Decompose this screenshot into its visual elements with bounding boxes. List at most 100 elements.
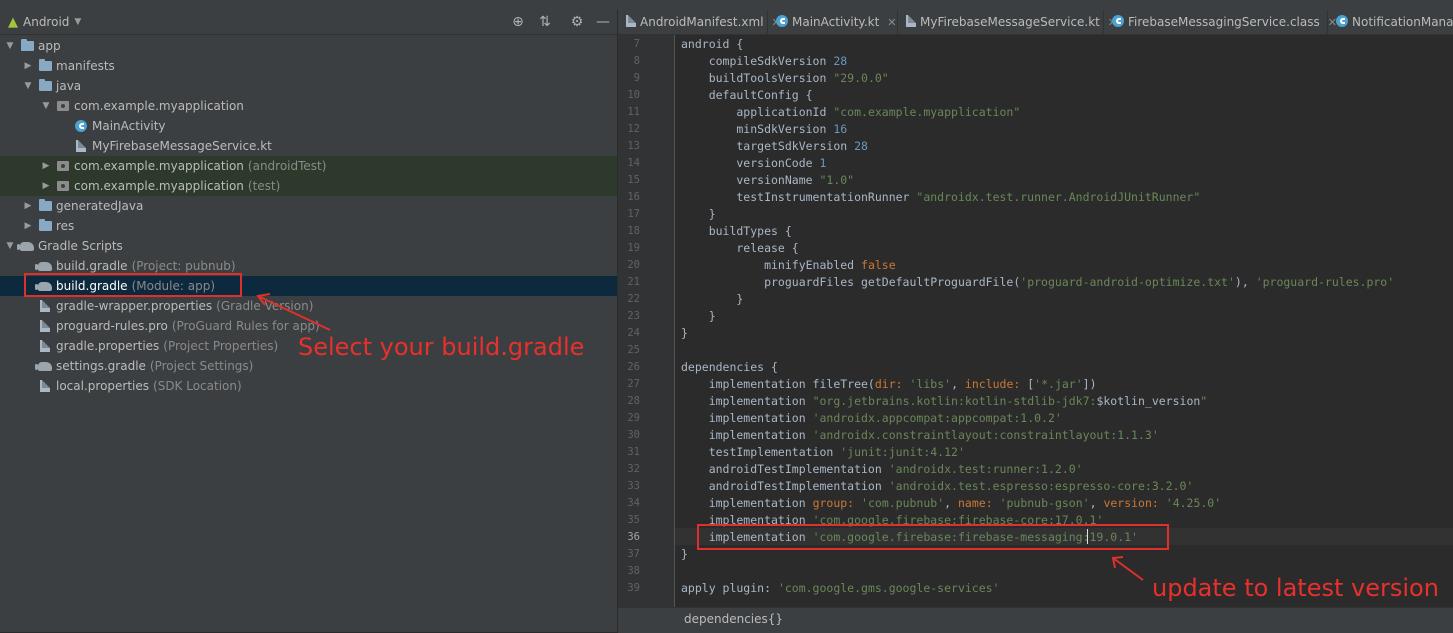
class-file-icon <box>1112 14 1124 30</box>
code-line[interactable]: } <box>681 308 716 325</box>
collapse-all-icon[interactable]: ⇅ <box>536 13 554 31</box>
line-number: 7 <box>633 38 640 50</box>
collapsed-arrow-icon[interactable]: ▶ <box>40 161 52 171</box>
expanded-arrow-icon[interactable]: ▼ <box>4 41 16 51</box>
editor-tabs: AndroidManifest.xml✕MainActivity.kt✕MyFi… <box>618 10 1453 35</box>
kotlin-file-icon <box>906 14 916 30</box>
line-number: 29 <box>627 412 640 424</box>
line-number: 22 <box>627 293 640 305</box>
properties-icon <box>38 339 52 353</box>
code-line[interactable]: proguardFiles getDefaultProguardFile('pr… <box>681 274 1394 291</box>
tree-item[interactable]: ▼ java <box>0 76 617 96</box>
code-line[interactable]: testImplementation 'junit:junit:4.12' <box>681 444 965 461</box>
code-line[interactable]: buildToolsVersion "29.0.0" <box>681 70 889 87</box>
code-line[interactable]: androidTestImplementation 'androidx.test… <box>681 461 1083 478</box>
app-folder-icon <box>20 39 34 53</box>
editor-tab[interactable]: FirebaseMessagingService.class ✕ <box>1104 10 1337 34</box>
code-line[interactable]: androidTestImplementation 'androidx.test… <box>681 478 1194 495</box>
code-line[interactable]: } <box>681 291 743 308</box>
code-line[interactable]: dependencies { <box>681 359 778 376</box>
code-line[interactable]: } <box>681 325 688 342</box>
expanded-arrow-icon[interactable]: ▼ <box>40 101 52 111</box>
code-line[interactable]: implementation "org.jetbrains.kotlin:kot… <box>681 393 1208 410</box>
code-line[interactable]: defaultConfig { <box>681 87 813 104</box>
editor-tab[interactable]: MyFirebaseMessageService.kt✕ <box>898 10 1117 34</box>
minimize-icon[interactable]: — <box>594 13 612 31</box>
tree-item[interactable]: local.properties (SDK Location) <box>0 376 617 396</box>
annotation-update-latest: update to latest version <box>1152 574 1439 602</box>
editor-tab[interactable]: AndroidManifest.xml✕ <box>618 10 781 34</box>
tree-item-hint: (test) <box>247 179 281 193</box>
collapsed-arrow-icon[interactable]: ▶ <box>22 201 34 211</box>
tree-item[interactable]: MyFirebaseMessageService.kt <box>0 136 617 156</box>
line-number: 8 <box>633 55 640 67</box>
code-line[interactable]: apply plugin: 'com.google.gms.google-ser… <box>681 580 1000 597</box>
folder-icon <box>38 199 52 213</box>
tree-item[interactable]: ▶ manifests <box>0 56 617 76</box>
view-selector-label: Android <box>23 15 70 29</box>
editor-tab[interactable]: NotificationManage <box>1328 10 1453 34</box>
line-number: 25 <box>627 344 640 356</box>
tree-item[interactable]: ▶ com.example.myapplication (androidTest) <box>0 156 617 176</box>
code-line[interactable]: versionCode 1 <box>681 155 826 172</box>
code-line[interactable]: applicationId "com.example.myapplication… <box>681 104 1020 121</box>
line-number: 33 <box>627 480 640 492</box>
gear-icon[interactable]: ⚙ <box>568 13 586 31</box>
code-line[interactable]: } <box>681 546 688 563</box>
tree-item[interactable]: MainActivity <box>0 116 617 136</box>
tree-item[interactable]: ▼ app <box>0 36 617 56</box>
code-line[interactable]: android { <box>681 36 743 53</box>
tree-item-label: java <box>56 79 82 93</box>
view-selector[interactable]: ▲ Android ▼ <box>8 13 81 31</box>
file-icon <box>38 319 52 333</box>
code-line[interactable]: compileSdkVersion 28 <box>681 53 848 70</box>
collapsed-arrow-icon[interactable]: ▶ <box>22 221 34 231</box>
tab-label: MyFirebaseMessageService.kt <box>920 15 1100 29</box>
code-line[interactable]: minifyEnabled false <box>681 257 896 274</box>
expanded-arrow-icon[interactable]: ▼ <box>22 81 34 91</box>
package-icon <box>56 99 70 113</box>
code-line[interactable]: testInstrumentationRunner "androidx.test… <box>681 189 1200 206</box>
expanded-arrow-icon[interactable]: ▼ <box>4 241 16 251</box>
class-file-icon <box>1336 14 1348 30</box>
line-number: 21 <box>627 276 640 288</box>
collapsed-arrow-icon[interactable]: ▶ <box>22 61 34 71</box>
line-number: 9 <box>633 72 640 84</box>
code-line[interactable]: } <box>681 206 716 223</box>
line-number: 35 <box>627 514 640 526</box>
code-line[interactable]: minSdkVersion 16 <box>681 121 847 138</box>
tree-item-label: local.properties <box>56 379 150 393</box>
firebase-messaging-highlight <box>697 524 1169 550</box>
code-line[interactable]: implementation group: 'com.pubnub', name… <box>681 495 1221 512</box>
tree-item-label: Gradle Scripts <box>38 239 123 253</box>
line-number: 14 <box>627 157 640 169</box>
code-line[interactable]: implementation 'androidx.constraintlayou… <box>681 427 1159 444</box>
tree-item[interactable]: ▼ Gradle Scripts <box>0 236 617 256</box>
code-line[interactable]: implementation fileTree(dir: 'libs', inc… <box>681 376 1097 393</box>
package-icon <box>56 179 70 193</box>
tree-item-label: generatedJava <box>56 199 144 213</box>
tab-label: FirebaseMessagingService.class <box>1128 15 1320 29</box>
line-number: 23 <box>627 310 640 322</box>
tree-item[interactable]: ▼ com.example.myapplication <box>0 96 617 116</box>
collapsed-arrow-icon[interactable]: ▶ <box>40 181 52 191</box>
kotlin-file-icon <box>776 14 788 30</box>
breadcrumb[interactable]: dependencies{} <box>684 612 783 626</box>
tree-item[interactable]: ▶ res <box>0 216 617 236</box>
tree-item[interactable]: ▶ generatedJava <box>0 196 617 216</box>
locate-icon[interactable]: ⊕ <box>509 13 527 31</box>
code-line[interactable]: release { <box>681 240 798 257</box>
code-line[interactable]: implementation 'androidx.appcompat:appco… <box>681 410 1062 427</box>
line-number: 37 <box>627 548 640 560</box>
line-number: 28 <box>627 395 640 407</box>
editor-tab[interactable]: MainActivity.kt ✕ <box>768 10 898 34</box>
tree-item-label: manifests <box>56 59 115 73</box>
code-line[interactable]: buildTypes { <box>681 223 792 240</box>
kotlin-class-icon <box>74 119 88 133</box>
tree-item[interactable]: ▶ com.example.myapplication (test) <box>0 176 617 196</box>
close-icon[interactable]: ✕ <box>887 16 896 29</box>
code-line[interactable]: versionName "1.0" <box>681 172 854 189</box>
folder-icon <box>38 59 52 73</box>
code-line[interactable]: targetSdkVersion 28 <box>681 138 868 155</box>
properties-icon <box>38 379 52 393</box>
